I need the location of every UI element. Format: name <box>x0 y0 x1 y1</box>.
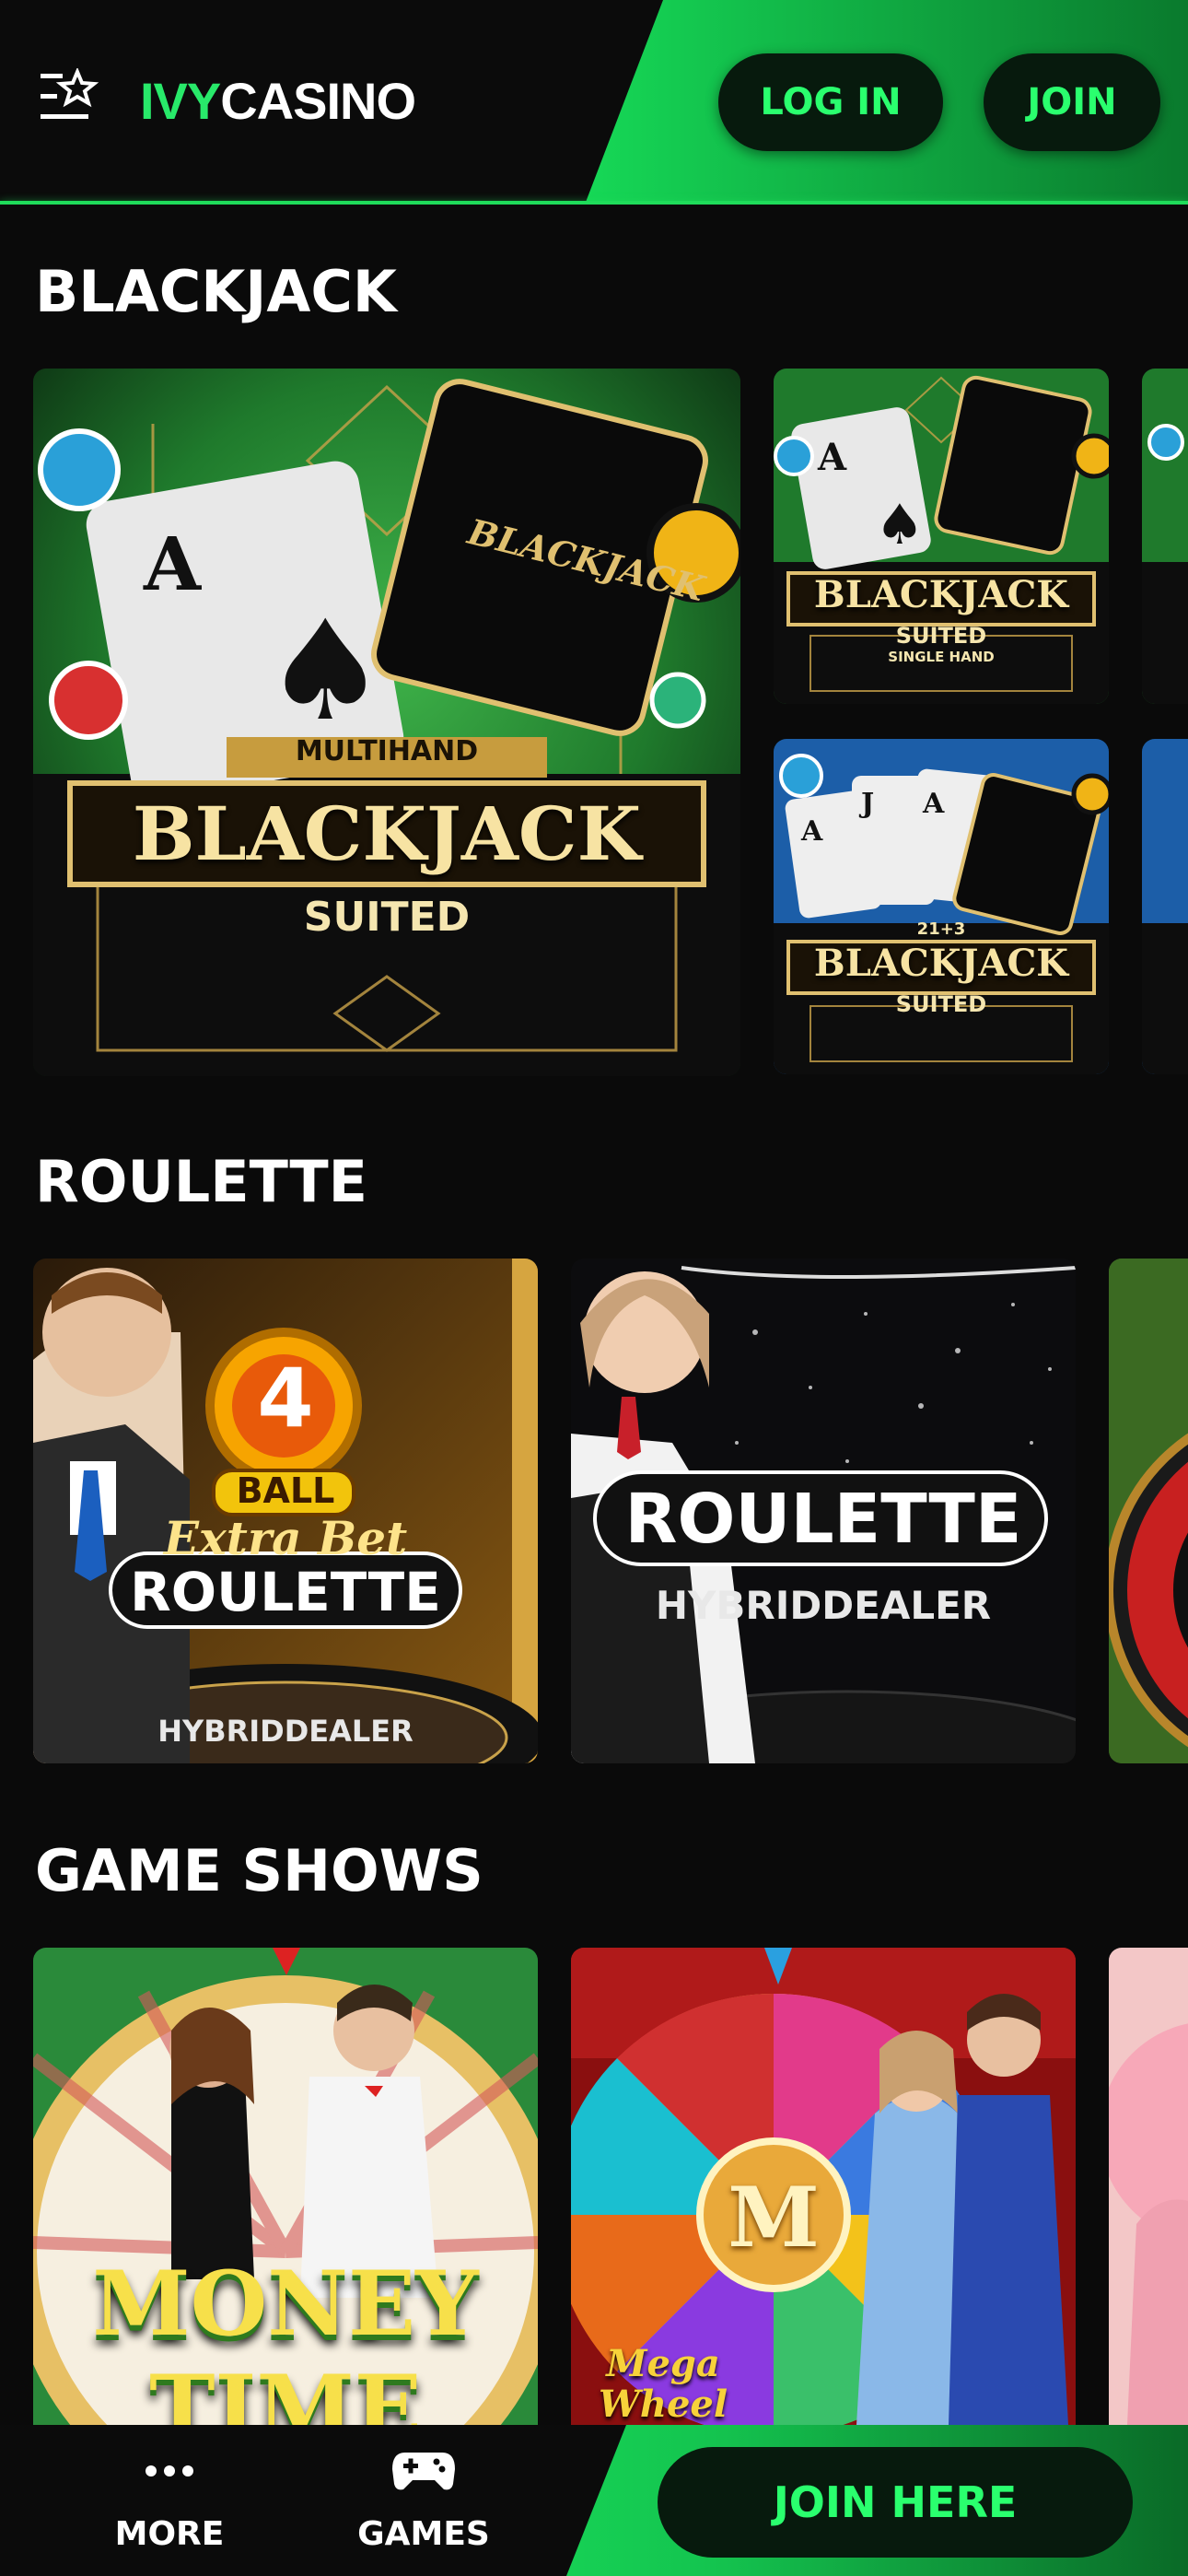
tile-name: MONEY TIME <box>92 2252 479 2425</box>
section-title-blackjack: BLACKJACK <box>35 258 397 325</box>
games-nav-button[interactable]: GAMES <box>350 2445 497 2565</box>
section-title-roulette: ROULETTE <box>35 1148 368 1215</box>
mega-wheel-badge: M <box>728 2169 820 2266</box>
tile-badge: MULTIHAND <box>295 735 479 767</box>
tile-sub: SUITED <box>303 894 471 941</box>
menu-icon[interactable] <box>37 66 99 123</box>
game-tile-partial[interactable] <box>1109 1259 1188 1763</box>
site-logo[interactable]: IVYCASINO <box>140 72 416 131</box>
game-tile-blackjack-21-3[interactable]: A J A 21+3 BLACKJACK SUITED <box>774 739 1109 1074</box>
tile-name: BLACKJACK <box>813 942 1069 985</box>
ball-label: BALL <box>236 1470 335 1511</box>
extra-bet-label: Extra Bet <box>163 1511 408 1565</box>
login-button[interactable]: LOG IN <box>718 53 943 151</box>
svg-text:♠: ♠ <box>875 493 925 557</box>
more-nav-button[interactable]: MORE <box>96 2445 243 2565</box>
hybrid-dealer-label: HYBRIDDEALER <box>157 1714 413 1749</box>
svg-text:J: J <box>858 788 874 820</box>
tile-sub: SUITED <box>895 991 987 1017</box>
tile-name: BLACKJACK <box>813 573 1069 616</box>
game-tile-partial[interactable] <box>1109 1948 1188 2425</box>
tile-art: A ♠ <box>33 369 740 1076</box>
svg-text:A: A <box>922 788 945 820</box>
tile-art: A J A <box>774 739 1109 1074</box>
tile-sub: SUITED <box>895 623 987 649</box>
svg-text:A: A <box>800 815 823 848</box>
gamepad-icon <box>390 2445 457 2497</box>
join-button[interactable]: JOIN <box>984 53 1160 151</box>
more-label: MORE <box>114 2515 225 2553</box>
svg-text:A: A <box>143 521 202 607</box>
tile-art <box>1109 1259 1188 1763</box>
tile-name: BLACKJACK <box>132 790 642 877</box>
game-tile-4-ball-roulette[interactable]: 4 BALL Extra Bet ROULETTE HYBRIDDEALER <box>33 1259 538 1763</box>
hybrid-dealer-label: HYBRIDDEALER <box>655 1583 992 1628</box>
tile-name: ROULETTE <box>624 1480 1022 1559</box>
tile-name: ROULETTE <box>130 1561 441 1623</box>
game-tile-blackjack-single-hand[interactable]: A ♠ BLACKJACK SUITED SINGLE HAND <box>774 369 1109 704</box>
svg-text:♠: ♠ <box>263 591 387 752</box>
game-tile-mega-wheel[interactable]: M Mega Wheel <box>571 1948 1076 2425</box>
header-underline <box>0 201 1188 205</box>
games-label: GAMES <box>357 2515 490 2553</box>
game-tile-roulette-hybrid-dealer[interactable]: ROULETTE HYBRIDDEALER <box>571 1259 1076 1763</box>
game-tile-partial[interactable] <box>1142 739 1188 1074</box>
tile-sub2: SINGLE HAND <box>888 649 995 665</box>
section-title-game-shows: GAME SHOWS <box>35 1837 483 1904</box>
game-tile-multihand-blackjack[interactable]: A ♠ MULTIHAND BLACKJACK SUITED BLACKJACK <box>33 369 740 1076</box>
game-tile-partial[interactable] <box>1142 369 1188 704</box>
ball-count: 4 <box>257 1351 314 1446</box>
game-tile-money-time[interactable]: MONEY TIME <box>33 1948 538 2425</box>
top-header: IVYCASINO LOG IN JOIN <box>0 0 1188 205</box>
bottom-nav: MORE GAMES JOIN HERE <box>0 2425 1188 2576</box>
join-here-button[interactable]: JOIN HERE <box>658 2447 1133 2558</box>
tile-badge: 21+3 <box>916 919 966 939</box>
tile-name: Mega Wheel <box>598 2342 728 2425</box>
tile-art <box>1109 1948 1188 2425</box>
more-dots-icon <box>144 2445 195 2497</box>
svg-text:A: A <box>817 436 847 479</box>
